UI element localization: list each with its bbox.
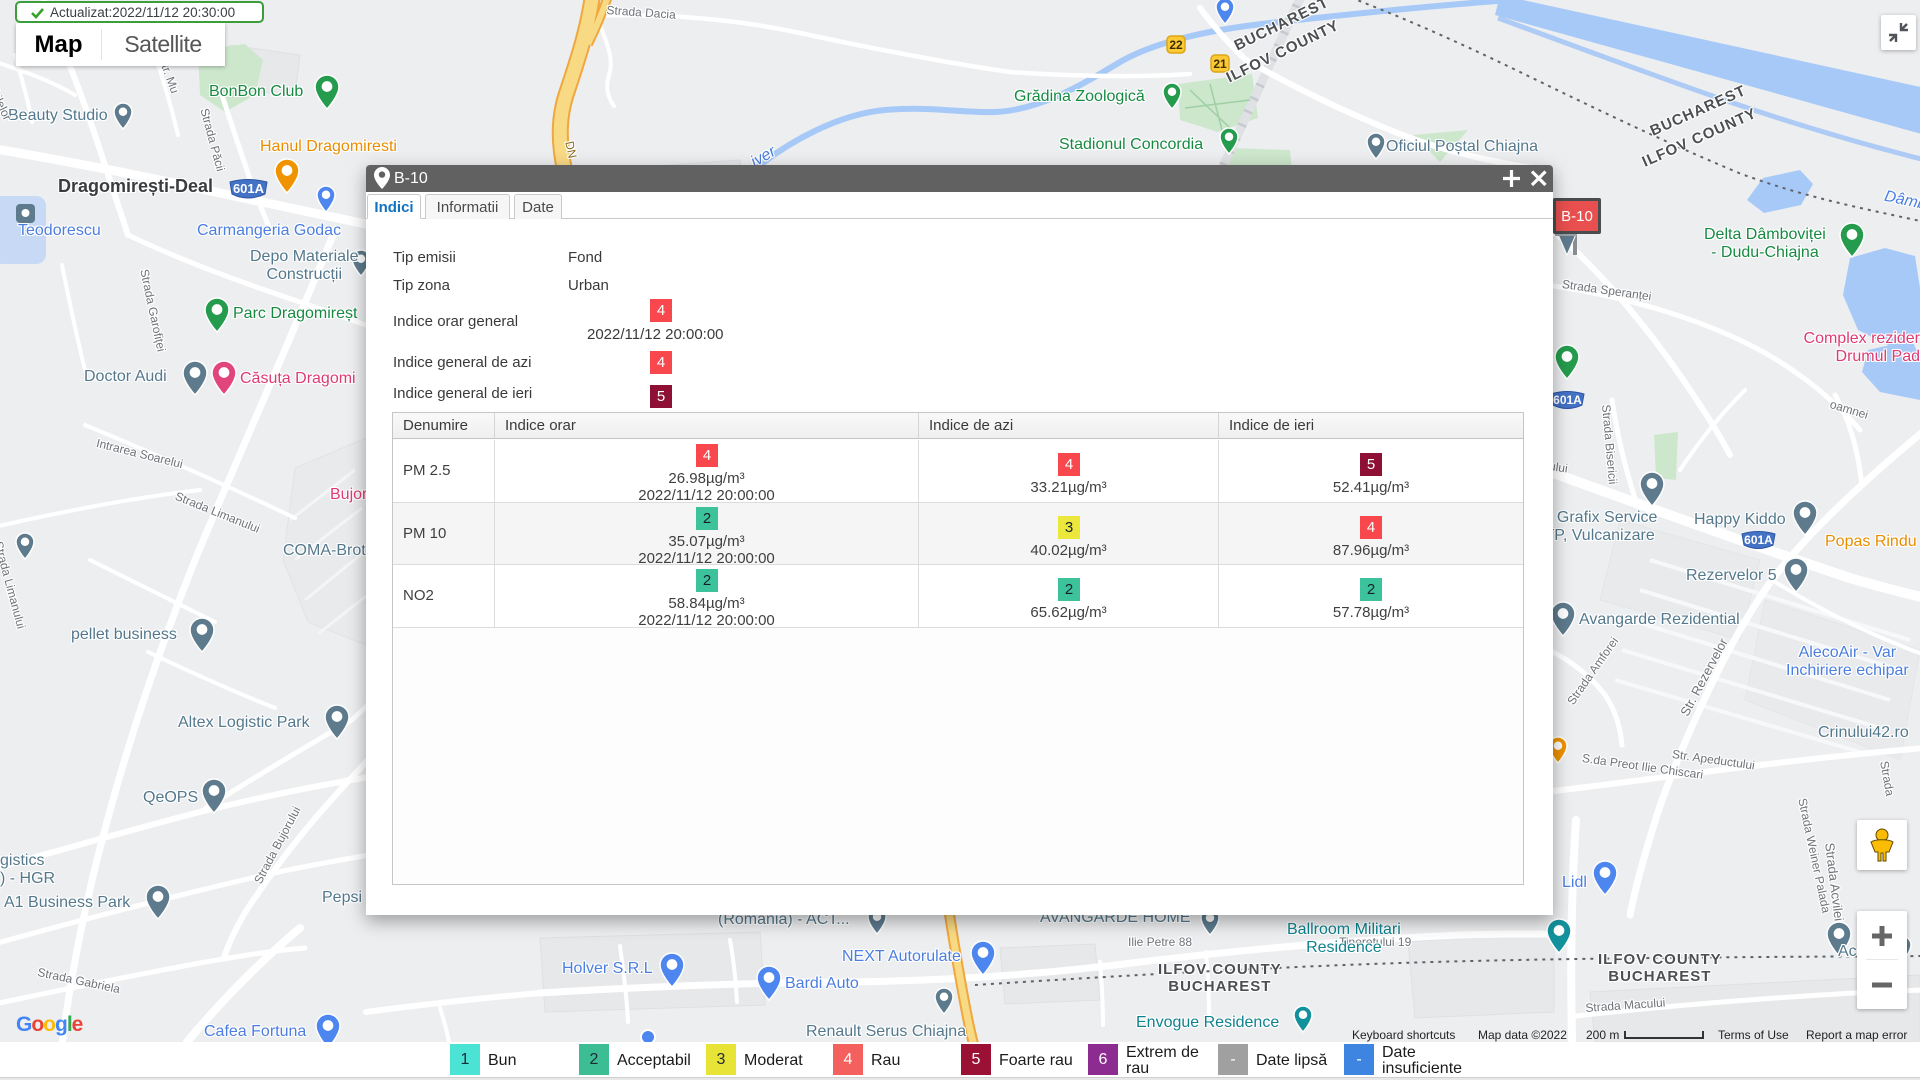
- svg-text:22: 22: [1169, 38, 1183, 52]
- svg-text:21: 21: [1213, 57, 1227, 71]
- svg-text:B-10: B-10: [1561, 208, 1593, 225]
- svg-text:601A: 601A: [233, 181, 265, 196]
- svg-text:601A: 601A: [1744, 533, 1773, 547]
- svg-text:601A: 601A: [1553, 393, 1582, 407]
